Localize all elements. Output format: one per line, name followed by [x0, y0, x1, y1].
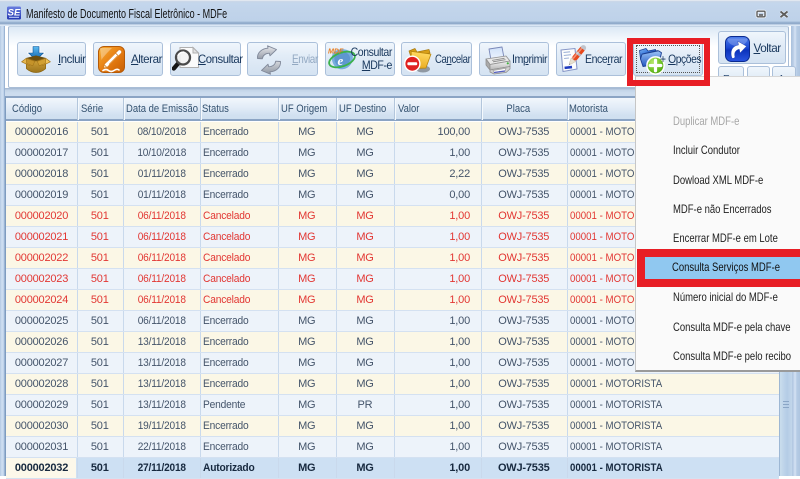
svg-text:e: e [338, 53, 344, 68]
